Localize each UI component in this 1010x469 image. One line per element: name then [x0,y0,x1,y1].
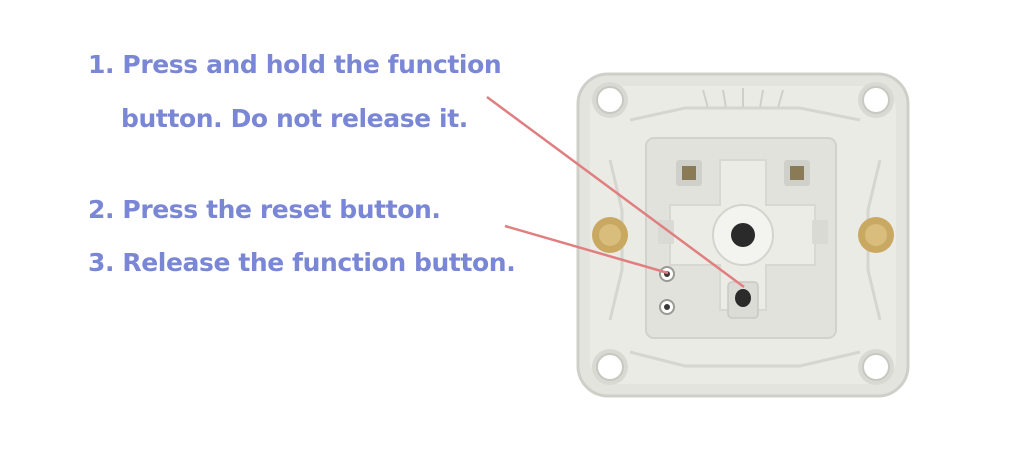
reset-button-leader-line [504,224,669,275]
leader-lines [486,95,745,289]
